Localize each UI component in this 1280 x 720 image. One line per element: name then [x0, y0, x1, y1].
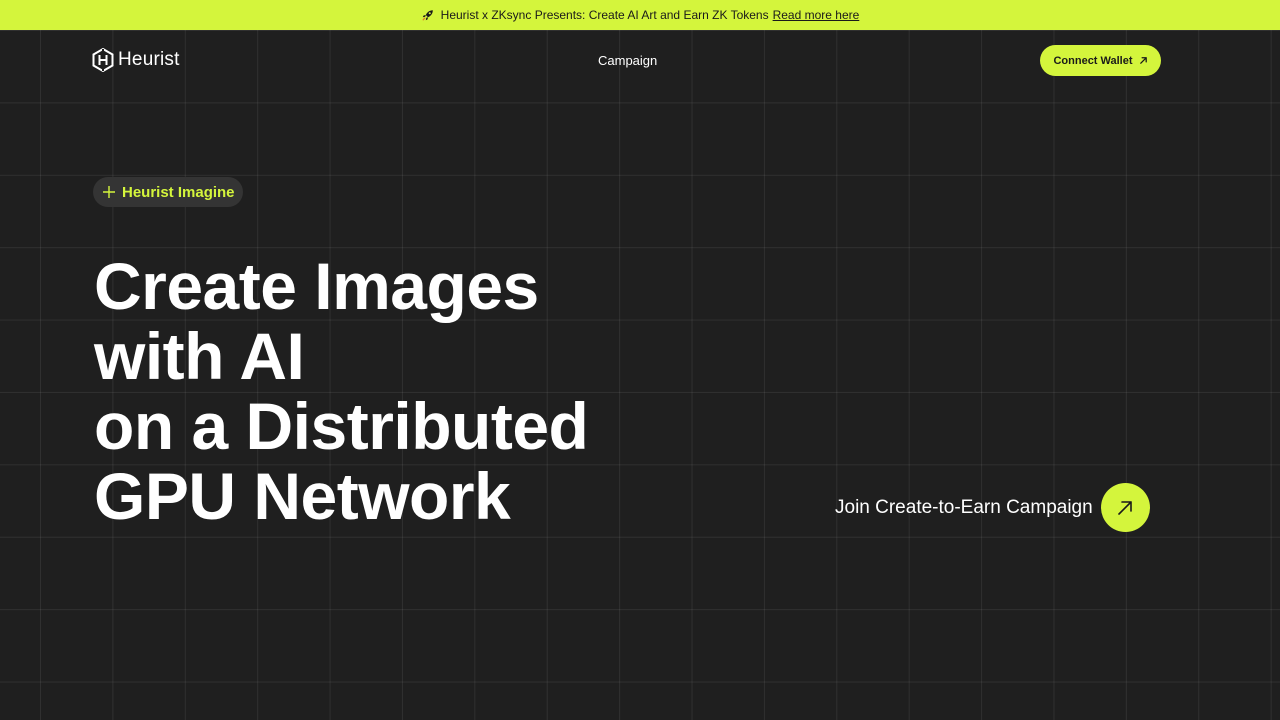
hero-title-line: on a Distributed: [94, 389, 589, 463]
join-campaign-cta[interactable]: Join Create-to-Earn Campaign: [835, 483, 1150, 532]
logo[interactable]: Heurist: [92, 48, 180, 72]
arrow-up-right-icon: [1118, 500, 1132, 515]
connect-wallet-button[interactable]: Connect Wallet: [1040, 45, 1161, 76]
cta-label: Join Create-to-Earn Campaign: [835, 496, 1093, 518]
nav-link-campaign[interactable]: Campaign: [598, 53, 657, 68]
product-badge: Heurist Imagine: [93, 177, 243, 207]
hero-title-line: GPU Network: [94, 459, 511, 533]
cta-arrow-button[interactable]: [1100, 483, 1150, 532]
plus-icon: [103, 186, 115, 198]
banner-text: Heurist x ZKsync Presents: Create AI Art…: [440, 8, 769, 22]
site-header: Heurist Campaign Connect Wallet: [0, 30, 1280, 92]
page: Heurist x ZKsync Presents: Create AI Art…: [0, 0, 1280, 720]
read-more-link[interactable]: Read more here: [773, 8, 860, 22]
hero-title-line: Create Images: [94, 249, 539, 323]
arrow-up-right-icon: [1139, 57, 1147, 64]
heurist-logo-icon: [92, 48, 114, 72]
logo-text: Heurist: [118, 49, 180, 70]
badge-label: Heurist Imagine: [122, 183, 235, 201]
announcement-banner: Heurist x ZKsync Presents: Create AI Art…: [0, 0, 1280, 30]
hero-title-line: with AI: [94, 319, 305, 393]
rocket-icon: [422, 10, 433, 21]
connect-wallet-label: Connect Wallet: [1053, 54, 1133, 67]
hero-title: Create Images with AI on a Distributed G…: [94, 251, 714, 531]
